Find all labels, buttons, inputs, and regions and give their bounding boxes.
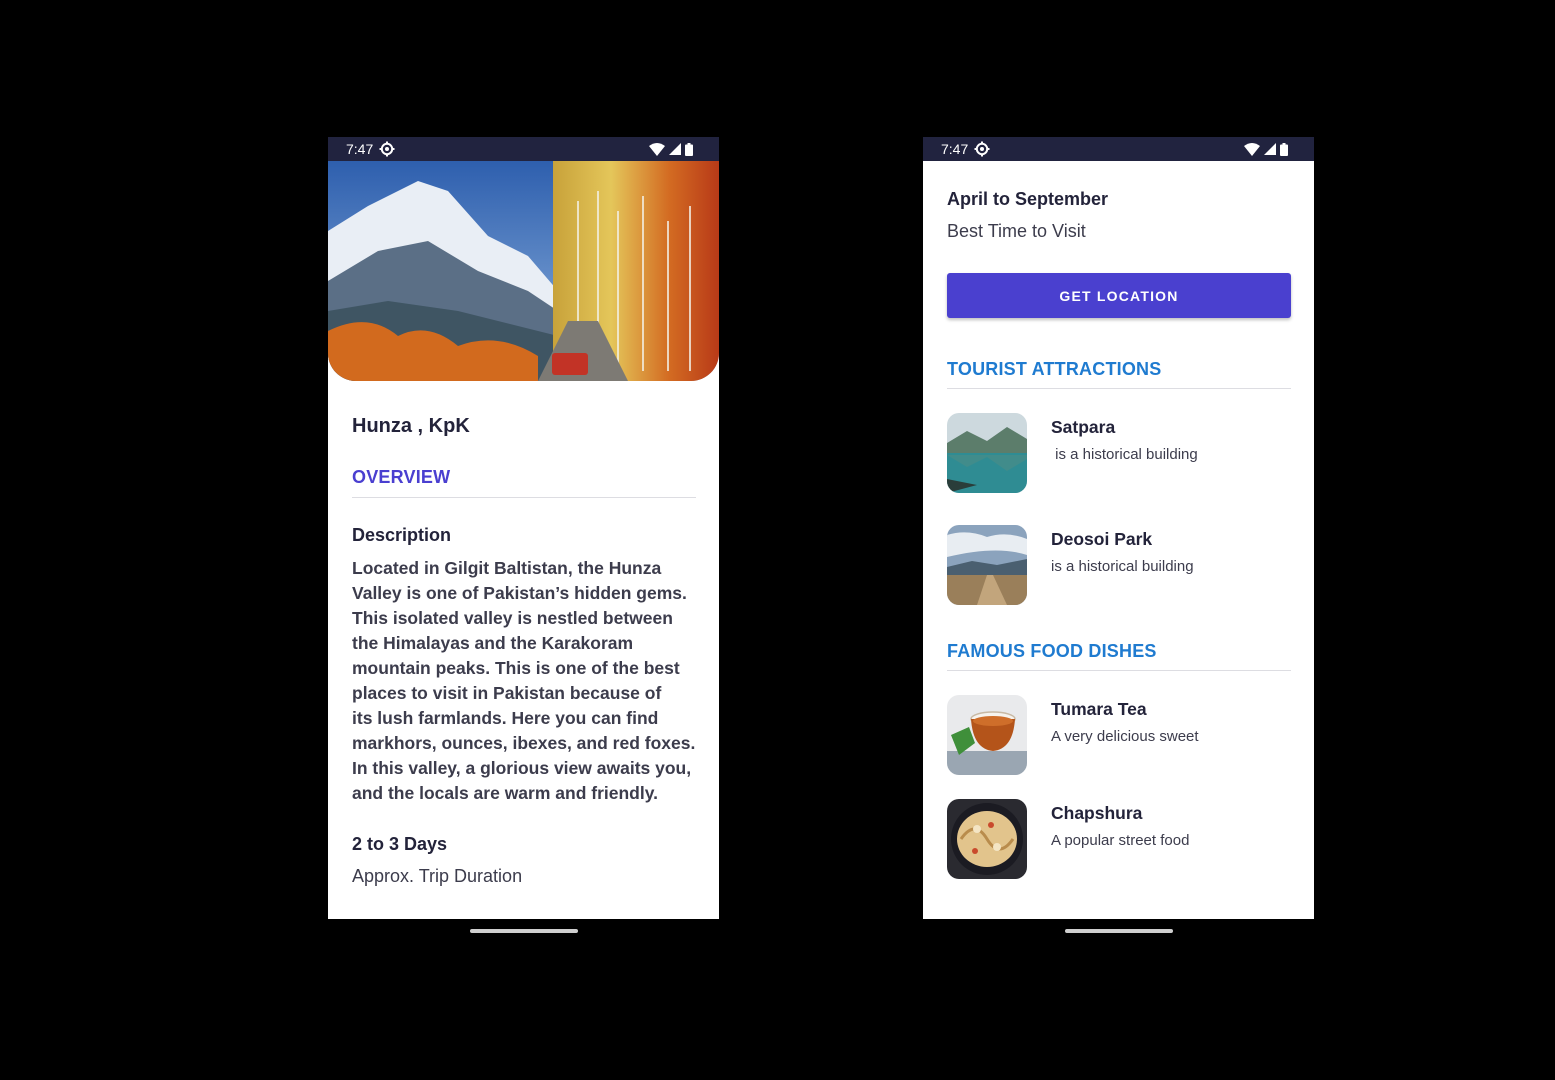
status-bar: 7:47	[923, 137, 1314, 161]
attraction-subtitle: is a historical building	[1051, 446, 1198, 463]
deosoi-park-thumbnail	[947, 525, 1027, 605]
status-time: 7:47	[941, 141, 969, 157]
attraction-item-satpara[interactable]: Satpara is a historical building	[947, 413, 1291, 493]
status-time: 7:47	[346, 141, 374, 157]
home-gesture-bar[interactable]	[1065, 929, 1173, 933]
detail-screen-top: 7:47 Hunza , KpK OVERVIEW Description Lo…	[328, 137, 719, 919]
food-name: Chapshura	[1051, 803, 1143, 823]
best-time-label: Best Time to Visit	[947, 221, 1086, 241]
signal-icon	[669, 143, 681, 155]
detail-screen-bottom: 7:47 April to September Best Time to Vis…	[923, 137, 1314, 919]
best-time-value: April to September	[947, 189, 1109, 209]
status-bar: 7:47	[328, 137, 719, 161]
tumara-tea-thumbnail	[947, 695, 1027, 775]
trip-duration-label: Approx. Trip Duration	[352, 866, 523, 886]
chapshura-thumbnail	[947, 799, 1027, 879]
place-title: Hunza , KpK	[352, 415, 470, 437]
settings-gear-icon	[379, 141, 395, 157]
settings-gear-icon	[974, 141, 990, 157]
wifi-icon	[649, 142, 665, 156]
overview-heading: OVERVIEW	[352, 467, 451, 487]
overview-divider	[352, 497, 696, 498]
battery-icon	[1280, 142, 1288, 156]
food-name: Tumara Tea	[1051, 699, 1147, 719]
hero-image	[328, 161, 719, 381]
battery-icon	[685, 142, 693, 156]
famous-food-heading: FAMOUS FOOD DISHES	[947, 641, 1157, 661]
attraction-subtitle: is a historical building	[1051, 558, 1194, 575]
satpara-lake-thumbnail	[947, 413, 1027, 493]
trip-duration-value: 2 to 3 Days	[352, 834, 448, 854]
food-item-tumara-tea[interactable]: Tumara Tea A very delicious sweet	[947, 695, 1291, 775]
attraction-item-deosoi-park[interactable]: Deosoi Park is a historical building	[947, 525, 1291, 605]
description-label: Description	[352, 525, 452, 545]
tourist-attractions-heading: TOURIST ATTRACTIONS	[947, 359, 1162, 379]
food-divider	[947, 670, 1291, 671]
attraction-name: Satpara	[1051, 417, 1116, 437]
wifi-icon	[1244, 142, 1260, 156]
signal-icon	[1264, 143, 1276, 155]
attractions-divider	[947, 388, 1291, 389]
food-subtitle: A very delicious sweet	[1051, 728, 1199, 745]
attraction-name: Deosoi Park	[1051, 529, 1153, 549]
food-subtitle: A popular street food	[1051, 832, 1190, 849]
food-item-chapshura[interactable]: Chapshura A popular street food	[947, 799, 1291, 879]
get-location-button[interactable]: GET LOCATION	[947, 273, 1291, 318]
home-gesture-bar[interactable]	[470, 929, 578, 933]
description-text: Located in Gilgit Baltistan, the Hunza V…	[352, 558, 696, 803]
